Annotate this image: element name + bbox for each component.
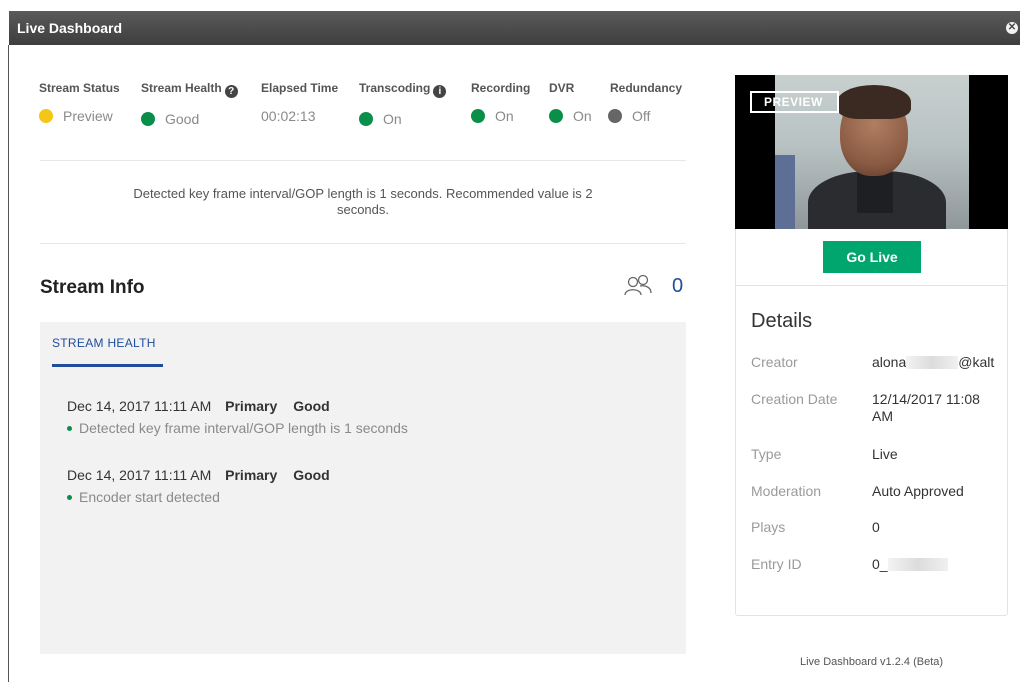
moderation-label: Moderation bbox=[751, 483, 822, 499]
plays-label: Plays bbox=[751, 519, 786, 535]
viewers-icon bbox=[624, 274, 652, 296]
divider bbox=[736, 285, 1007, 286]
gop-warning-line1: Detected key frame interval/GOP length i… bbox=[133, 186, 593, 201]
creator-label: Creator bbox=[751, 354, 798, 370]
video-frame-detail bbox=[837, 85, 911, 119]
status-dot-icon bbox=[141, 112, 155, 126]
status-dot-icon bbox=[471, 109, 485, 123]
moderation-value: Auto Approved bbox=[872, 483, 964, 499]
status-dot-icon bbox=[39, 109, 53, 123]
transcoding-label: Transcoding bbox=[359, 81, 431, 95]
help-icon[interactable]: ? bbox=[224, 85, 238, 98]
stream-health-panel: STREAM HEALTH Dec 14, 2017 11:11 AM Prim… bbox=[40, 322, 686, 654]
status-dvr: DVR On bbox=[549, 81, 592, 124]
entry-id-value: 0_ bbox=[872, 556, 997, 573]
video-preview[interactable]: PREVIEW bbox=[735, 75, 1008, 229]
bullet-icon bbox=[67, 425, 72, 431]
stream-health-label: Stream Health bbox=[141, 81, 222, 95]
status-recording: Recording On bbox=[471, 81, 530, 124]
entry-id-prefix: 0_ bbox=[872, 556, 888, 572]
video-frame-detail bbox=[775, 155, 795, 229]
plays-value: 0 bbox=[872, 519, 880, 535]
gop-warning-line2: seconds. bbox=[336, 202, 390, 217]
window-titlebar: Live Dashboard ✕ bbox=[9, 11, 1020, 45]
tab-active-indicator bbox=[52, 364, 163, 367]
log-status: Good bbox=[293, 398, 330, 414]
gop-warning-message: Detected key frame interval/GOP length i… bbox=[40, 186, 686, 218]
transcoding-value: On bbox=[383, 111, 402, 127]
version-footer: Live Dashboard v1.2.4 (Beta) bbox=[799, 656, 944, 668]
go-live-button[interactable]: Go Live bbox=[823, 241, 921, 273]
dvr-label: DVR bbox=[549, 81, 575, 95]
log-source: Primary bbox=[225, 467, 278, 483]
creation-date-value: 12/14/2017 11:08 AM bbox=[872, 391, 980, 424]
divider bbox=[40, 243, 686, 244]
log-message: Encoder start detected bbox=[79, 489, 220, 505]
status-transcoding: Transcoding i On bbox=[359, 81, 447, 127]
log-date: Dec 14, 2017 11:11 AM bbox=[67, 467, 212, 483]
status-stream-health: Stream Health? Good bbox=[141, 81, 238, 127]
stream-status-label: Stream Status bbox=[39, 81, 120, 95]
log-message: Detected key frame interval/GOP length i… bbox=[79, 420, 408, 436]
preview-badge: PREVIEW bbox=[750, 91, 839, 113]
log-date: Dec 14, 2017 11:11 AM bbox=[67, 398, 212, 414]
tab-stream-health[interactable]: STREAM HEALTH bbox=[52, 336, 156, 350]
status-stream-status: Stream Status Preview bbox=[39, 81, 120, 124]
elapsed-time-label: Elapsed Time bbox=[261, 81, 339, 95]
details-title: Details bbox=[751, 310, 813, 332]
status-dot-icon bbox=[359, 112, 373, 126]
status-dot-icon bbox=[608, 109, 622, 123]
redundancy-value: Off bbox=[632, 108, 651, 124]
redacted-block bbox=[887, 558, 948, 571]
status-elapsed-time: Elapsed Time 00:02:13 bbox=[261, 81, 338, 124]
stream-health-value: Good bbox=[165, 111, 200, 127]
log-source: Primary bbox=[225, 398, 278, 414]
info-icon[interactable]: i bbox=[433, 85, 447, 98]
type-value: Live bbox=[872, 446, 898, 462]
creator-value: alona @kalt bbox=[872, 354, 997, 371]
close-icon[interactable]: ✕ bbox=[1006, 22, 1018, 34]
recording-label: Recording bbox=[471, 81, 531, 95]
redundancy-label: Redundancy bbox=[610, 81, 683, 95]
stream-info-title: Stream Info bbox=[40, 277, 145, 298]
creator-prefix: alona bbox=[872, 354, 907, 370]
health-log-entry: Dec 14, 2017 11:11 AM Primary Good Detec… bbox=[67, 398, 408, 436]
status-dot-icon bbox=[549, 109, 563, 123]
video-frame-detail bbox=[857, 173, 893, 213]
window-left-border bbox=[8, 45, 9, 682]
window-title: Live Dashboard bbox=[17, 20, 123, 36]
divider bbox=[40, 160, 686, 161]
health-log-entry: Dec 14, 2017 11:11 AM Primary Good Encod… bbox=[67, 467, 342, 505]
log-status: Good bbox=[293, 467, 330, 483]
elapsed-time-value: 00:02:13 bbox=[261, 108, 316, 124]
creator-suffix: @kalt bbox=[958, 354, 995, 370]
dvr-value: On bbox=[573, 108, 592, 124]
recording-value: On bbox=[495, 108, 514, 124]
creation-date-label: Creation Date bbox=[751, 391, 838, 407]
viewers-count: 0 bbox=[672, 275, 684, 297]
redacted-block bbox=[906, 356, 959, 369]
type-label: Type bbox=[751, 446, 782, 462]
status-redundancy: Redundancy Off bbox=[608, 81, 682, 124]
entry-id-label: Entry ID bbox=[751, 556, 802, 572]
bullet-icon bbox=[67, 494, 72, 500]
stream-status-value: Preview bbox=[63, 108, 113, 124]
